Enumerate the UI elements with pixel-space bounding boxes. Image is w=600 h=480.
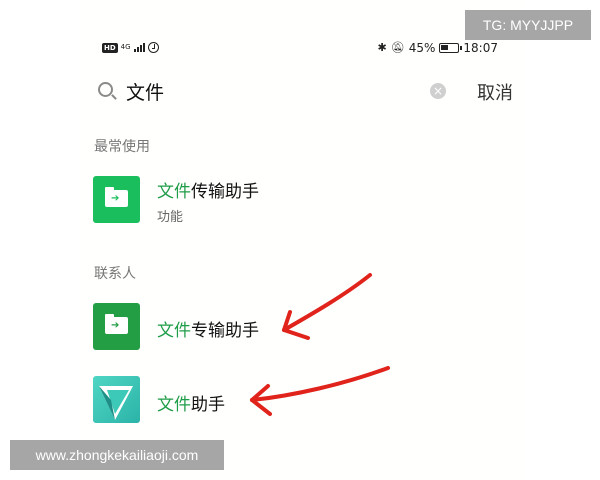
battery-icon bbox=[439, 43, 463, 53]
status-bar: HD 4G ✱ 🔕︎ 45% 18:07 bbox=[80, 36, 525, 62]
title-rest: 助手 bbox=[191, 395, 225, 415]
section-label-contacts: 联系人 bbox=[94, 266, 136, 282]
title-highlight: 文件 bbox=[157, 395, 191, 415]
result-subtitle: 功能 bbox=[157, 210, 184, 225]
tg-watermark: TG: MYYJJPP bbox=[465, 10, 591, 40]
hd-badge: HD bbox=[102, 42, 118, 53]
paper-plane-shape bbox=[99, 386, 133, 420]
alarm-icon bbox=[147, 42, 159, 53]
status-right: ✱ 🔕︎ 45% 18:07 bbox=[378, 41, 498, 55]
signal-icon bbox=[133, 43, 145, 52]
search-bar: × 取消 bbox=[80, 70, 525, 112]
title-rest: 专输助手 bbox=[191, 321, 259, 341]
search-icon bbox=[98, 82, 113, 97]
section-label-frequent: 最常使用 bbox=[94, 139, 150, 155]
contact-title: 文件助手 bbox=[157, 390, 225, 415]
clear-icon[interactable]: × bbox=[430, 83, 446, 99]
contact-item[interactable]: ➔ 文件专输助手 bbox=[80, 301, 525, 361]
phone-screen: HD 4G ✱ 🔕︎ 45% 18:07 × 取消 最常使用 ➔ 文件传输助手 … bbox=[80, 0, 525, 480]
contact-item[interactable]: 文件助手 bbox=[80, 375, 525, 435]
search-input[interactable] bbox=[126, 78, 416, 104]
title-highlight: 文件 bbox=[157, 182, 191, 202]
bluetooth-icon: ✱ bbox=[377, 41, 387, 54]
result-title: 文件传输助手 bbox=[157, 177, 259, 202]
contact-title: 文件专输助手 bbox=[157, 316, 259, 341]
result-file-transfer-function[interactable]: ➔ 文件传输助手 功能 bbox=[80, 173, 525, 233]
site-watermark: www.zhongkekailiaoji.com bbox=[10, 440, 224, 470]
network-type: 4G bbox=[120, 43, 131, 51]
cancel-button[interactable]: 取消 bbox=[477, 79, 513, 105]
status-left: HD 4G bbox=[102, 42, 159, 53]
folder-transfer-icon: ➔ bbox=[93, 176, 140, 223]
folder-transfer-icon: ➔ bbox=[93, 303, 140, 350]
mute-icon: 🔕︎ bbox=[390, 41, 405, 54]
title-rest: 传输助手 bbox=[191, 182, 259, 202]
paper-plane-icon bbox=[93, 376, 140, 423]
clock: 18:07 bbox=[463, 41, 498, 55]
title-highlight: 文件 bbox=[157, 321, 191, 341]
battery-percent: 45% bbox=[408, 41, 436, 55]
